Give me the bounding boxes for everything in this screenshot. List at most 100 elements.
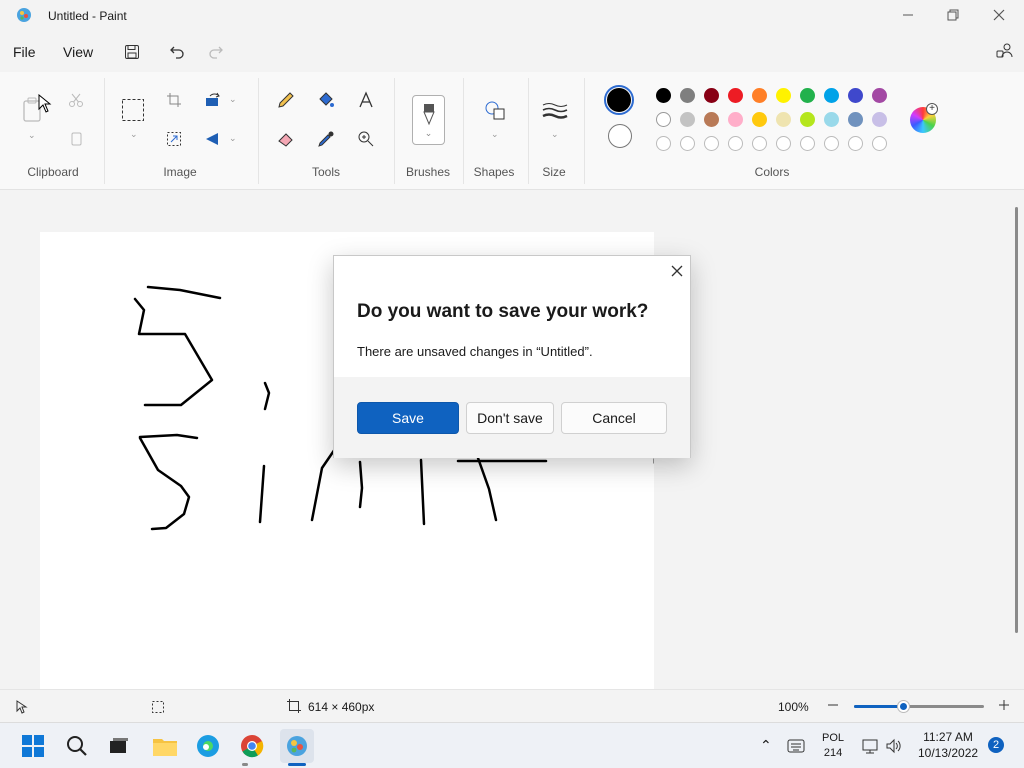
dialog-close-button[interactable]: [668, 262, 686, 280]
dont-save-button[interactable]: Don't save: [466, 402, 554, 434]
search-taskbar-button[interactable]: [62, 731, 92, 761]
flip-button[interactable]: [203, 129, 223, 149]
resize-button[interactable]: [164, 129, 184, 149]
task-view-button[interactable]: [104, 731, 134, 761]
custom-color-slot[interactable]: [872, 136, 887, 151]
ribbon: ⌄ Clipboard ⌄ ⌄ ⌄ Image Tools ⌄ Brushes …: [0, 72, 1024, 190]
resize-icon: [167, 132, 181, 146]
palette-color-swatch[interactable]: [752, 112, 767, 127]
undo-button[interactable]: [167, 42, 187, 62]
shapes-chevron-icon[interactable]: ⌄: [491, 129, 499, 140]
save-toolbar-button[interactable]: [122, 42, 142, 62]
custom-color-slot[interactable]: [752, 136, 767, 151]
palette-color-swatch[interactable]: [800, 88, 815, 103]
custom-color-slot[interactable]: [848, 136, 863, 151]
custom-color-slot[interactable]: [800, 136, 815, 151]
menu-view[interactable]: View: [63, 44, 93, 60]
palette-color-swatch[interactable]: [656, 112, 671, 127]
flip-chevron-icon[interactable]: ⌄: [229, 133, 237, 144]
palette-color-swatch[interactable]: [824, 88, 839, 103]
dialog-footer: Save Don't save Cancel: [334, 377, 690, 458]
palette-color-swatch[interactable]: [680, 88, 695, 103]
text-tool[interactable]: [356, 90, 376, 110]
eraser-tool[interactable]: [276, 129, 296, 149]
select-chevron-icon[interactable]: ⌄: [130, 129, 138, 140]
palette-color-swatch[interactable]: [800, 112, 815, 127]
zoom-out-button[interactable]: [824, 696, 842, 714]
fill-tool[interactable]: [316, 90, 336, 110]
magnifier-tool[interactable]: [356, 129, 376, 149]
size-chevron-icon[interactable]: ⌄: [551, 129, 559, 140]
paint-app-icon: [17, 8, 31, 22]
paste-chevron-icon[interactable]: ⌄: [28, 130, 36, 141]
crop-button[interactable]: [164, 90, 184, 110]
rotate-button[interactable]: [203, 90, 223, 110]
restore-icon: [947, 9, 959, 21]
minimize-button[interactable]: [885, 0, 931, 30]
palette-color-swatch[interactable]: [728, 88, 743, 103]
palette-color-swatch[interactable]: [704, 88, 719, 103]
palette-color-swatch[interactable]: [776, 112, 791, 127]
edge-button[interactable]: [193, 731, 223, 761]
copy-button[interactable]: [66, 129, 86, 149]
dialog-title: Do you want to save your work?: [357, 301, 649, 322]
custom-color-slot[interactable]: [680, 136, 695, 151]
people-icon: [996, 43, 1013, 58]
brushes-button[interactable]: ⌄: [412, 95, 445, 145]
palette-color-swatch[interactable]: [728, 112, 743, 127]
custom-color-slot[interactable]: [704, 136, 719, 151]
cancel-button[interactable]: Cancel: [561, 402, 667, 434]
close-window-button[interactable]: [976, 0, 1022, 30]
image-group-label: Image: [163, 165, 197, 179]
redo-button[interactable]: [206, 42, 226, 62]
custom-color-slot[interactable]: [824, 136, 839, 151]
quick-settings-button[interactable]: [856, 731, 908, 761]
palette-color-swatch[interactable]: [872, 112, 887, 127]
color-picker-tool[interactable]: [316, 129, 336, 149]
keyboard-layout-code: 214: [823, 747, 843, 759]
paint-taskbar-button[interactable]: [280, 729, 314, 763]
notification-badge[interactable]: 2: [988, 737, 1004, 753]
custom-color-slot[interactable]: [656, 136, 671, 151]
edit-colors-button[interactable]: +: [910, 103, 938, 133]
palette-color-swatch[interactable]: [872, 88, 887, 103]
clock[interactable]: 11:27 AM 10/13/2022: [918, 729, 978, 761]
file-explorer-button[interactable]: [150, 731, 180, 761]
touch-keyboard-button[interactable]: [781, 731, 811, 761]
pencil-tool[interactable]: [276, 90, 296, 110]
zoom-in-button[interactable]: [995, 696, 1013, 714]
palette-color-swatch[interactable]: [680, 112, 695, 127]
size-button[interactable]: [541, 100, 569, 122]
select-button[interactable]: [121, 98, 145, 122]
account-button[interactable]: [994, 40, 1016, 62]
eraser-icon: [278, 133, 293, 147]
tools-group-label: Tools: [311, 165, 340, 179]
vertical-scrollbar[interactable]: [1015, 207, 1018, 633]
menu-file[interactable]: File: [13, 44, 36, 60]
palette-color-swatch[interactable]: [704, 112, 719, 127]
palette-color-swatch[interactable]: [656, 88, 671, 103]
shapes-button[interactable]: [482, 98, 508, 124]
save-button[interactable]: Save: [357, 402, 459, 434]
primary-color-button[interactable]: [604, 85, 634, 115]
chevron-up-icon[interactable]: ⌃: [760, 737, 772, 754]
chrome-button[interactable]: [237, 731, 267, 761]
custom-color-slot[interactable]: [776, 136, 791, 151]
secondary-color-button[interactable]: [608, 124, 632, 148]
palette-color-swatch[interactable]: [824, 112, 839, 127]
menu-bar: File View: [0, 32, 1024, 72]
canvas-size-icon: [287, 699, 301, 713]
start-button[interactable]: [18, 731, 48, 761]
restore-button[interactable]: [930, 0, 976, 30]
palette-color-swatch[interactable]: [776, 88, 791, 103]
cut-button[interactable]: [66, 90, 86, 110]
palette-color-swatch[interactable]: [752, 88, 767, 103]
zoom-slider-thumb[interactable]: [897, 700, 910, 713]
palette-color-swatch[interactable]: [848, 112, 863, 127]
rotate-chevron-icon[interactable]: ⌄: [229, 94, 237, 105]
close-icon: [993, 9, 1005, 21]
custom-color-slot[interactable]: [728, 136, 743, 151]
zoom-slider[interactable]: [854, 700, 984, 713]
palette-color-swatch[interactable]: [848, 88, 863, 103]
input-language-button[interactable]: POL 214: [822, 731, 844, 761]
